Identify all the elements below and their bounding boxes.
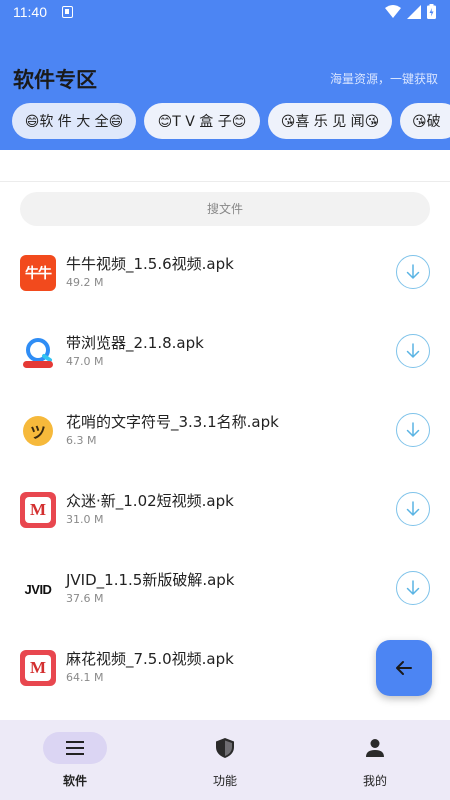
list-item[interactable]: 带浏览器_2.1.8.apk 47.0 M	[0, 312, 450, 391]
m-logo-tile: M	[25, 655, 51, 681]
search-input[interactable]	[20, 192, 430, 226]
list-item[interactable]: ツ 花哨的文字符号_3.3.1名称.apk 6.3 M	[0, 391, 450, 470]
shield-icon	[213, 736, 237, 760]
system-icons	[385, 4, 436, 19]
nav-label: 软件	[62, 774, 87, 788]
m-logo-tile: M	[25, 497, 51, 523]
emoji-face-icon: ツ	[23, 416, 53, 446]
app-icon-text: M	[29, 500, 47, 519]
page-subtitle: 海量资源，一键获取	[329, 72, 438, 86]
menu-icon	[63, 736, 87, 760]
download-button[interactable]	[396, 571, 430, 605]
m-app-icon: M	[20, 492, 56, 528]
nav-item-mine[interactable]: 我的	[300, 720, 450, 800]
file-name: 花哨的文字符号_3.3.1名称.apk	[66, 413, 279, 431]
download-button[interactable]	[396, 334, 430, 368]
nav-label: 功能	[212, 774, 237, 788]
download-icon	[406, 422, 420, 437]
file-size: 31.0 M	[66, 513, 104, 526]
notification-icon	[62, 6, 73, 18]
app-icon-text: ツ	[29, 423, 46, 442]
download-button[interactable]	[396, 413, 430, 447]
status-bar: 11:40	[0, 0, 450, 26]
browser-app-icon	[20, 334, 56, 370]
wifi-icon	[385, 4, 401, 18]
download-icon	[406, 501, 420, 516]
m-app-icon: M	[20, 650, 56, 686]
download-button[interactable]	[396, 255, 430, 289]
app-header: 11:40 软件专区 海量资源，一键获取 😄软 件 大 全😄 😊T V 盒 子😊…	[0, 0, 450, 150]
browser-logo-icon	[23, 338, 53, 368]
niuniu-app-icon: 牛牛	[20, 255, 56, 291]
app-icon-text: 牛牛	[25, 266, 52, 282]
list-item[interactable]: M 众迷·新_1.02短视频.apk 31.0 M	[0, 470, 450, 549]
file-size: 37.6 M	[66, 592, 104, 605]
back-fab-button[interactable]	[376, 640, 432, 696]
file-size: 6.3 M	[66, 434, 97, 447]
nav-item-software[interactable]: 软件	[0, 720, 150, 800]
person-icon	[363, 736, 387, 760]
status-time: 11:40	[13, 4, 47, 20]
download-icon	[406, 343, 420, 358]
file-name: 牛牛视频_1.5.6视频.apk	[66, 255, 234, 273]
download-button[interactable]	[396, 492, 430, 526]
file-name: 麻花视频_7.5.0视频.apk	[66, 650, 234, 668]
tab-software-all[interactable]: 😄软 件 大 全😄	[12, 103, 136, 139]
file-name: 带浏览器_2.1.8.apk	[66, 334, 204, 352]
file-size: 47.0 M	[66, 355, 104, 368]
nav-item-features[interactable]: 功能	[150, 720, 300, 800]
file-name: JVID_1.1.5新版破解.apk	[66, 571, 235, 589]
file-name: 众迷·新_1.02短视频.apk	[66, 492, 234, 510]
list-item[interactable]: JVID JVID_1.1.5新版破解.apk 37.6 M	[0, 549, 450, 628]
category-tabs: 😄软 件 大 全😄 😊T V 盒 子😊 😘喜 乐 见 闻😘 😘破	[12, 103, 450, 139]
arrow-left-icon	[396, 661, 412, 675]
file-size: 64.1 M	[66, 671, 104, 684]
cell-signal-icon	[407, 4, 421, 19]
download-icon	[406, 580, 420, 595]
divider	[0, 181, 450, 182]
battery-icon	[427, 4, 436, 19]
bottom-navigation: 软件 功能 我的	[0, 720, 450, 800]
jvid-app-icon: JVID	[20, 571, 56, 607]
tab-more[interactable]: 😘破	[400, 103, 450, 139]
nav-label: 我的	[362, 774, 387, 788]
app-icon-text: JVID	[24, 581, 52, 597]
tab-happy-news[interactable]: 😘喜 乐 见 闻😘	[268, 103, 392, 139]
file-size: 49.2 M	[66, 276, 104, 289]
page-title: 软件专区	[13, 68, 97, 92]
app-icon-text: M	[29, 658, 47, 677]
emoji-app-icon: ツ	[20, 413, 56, 449]
download-icon	[406, 264, 420, 279]
list-item[interactable]: 牛牛 牛牛视频_1.5.6视频.apk 49.2 M	[0, 233, 450, 312]
tab-tv-box[interactable]: 😊T V 盒 子😊	[144, 103, 260, 139]
